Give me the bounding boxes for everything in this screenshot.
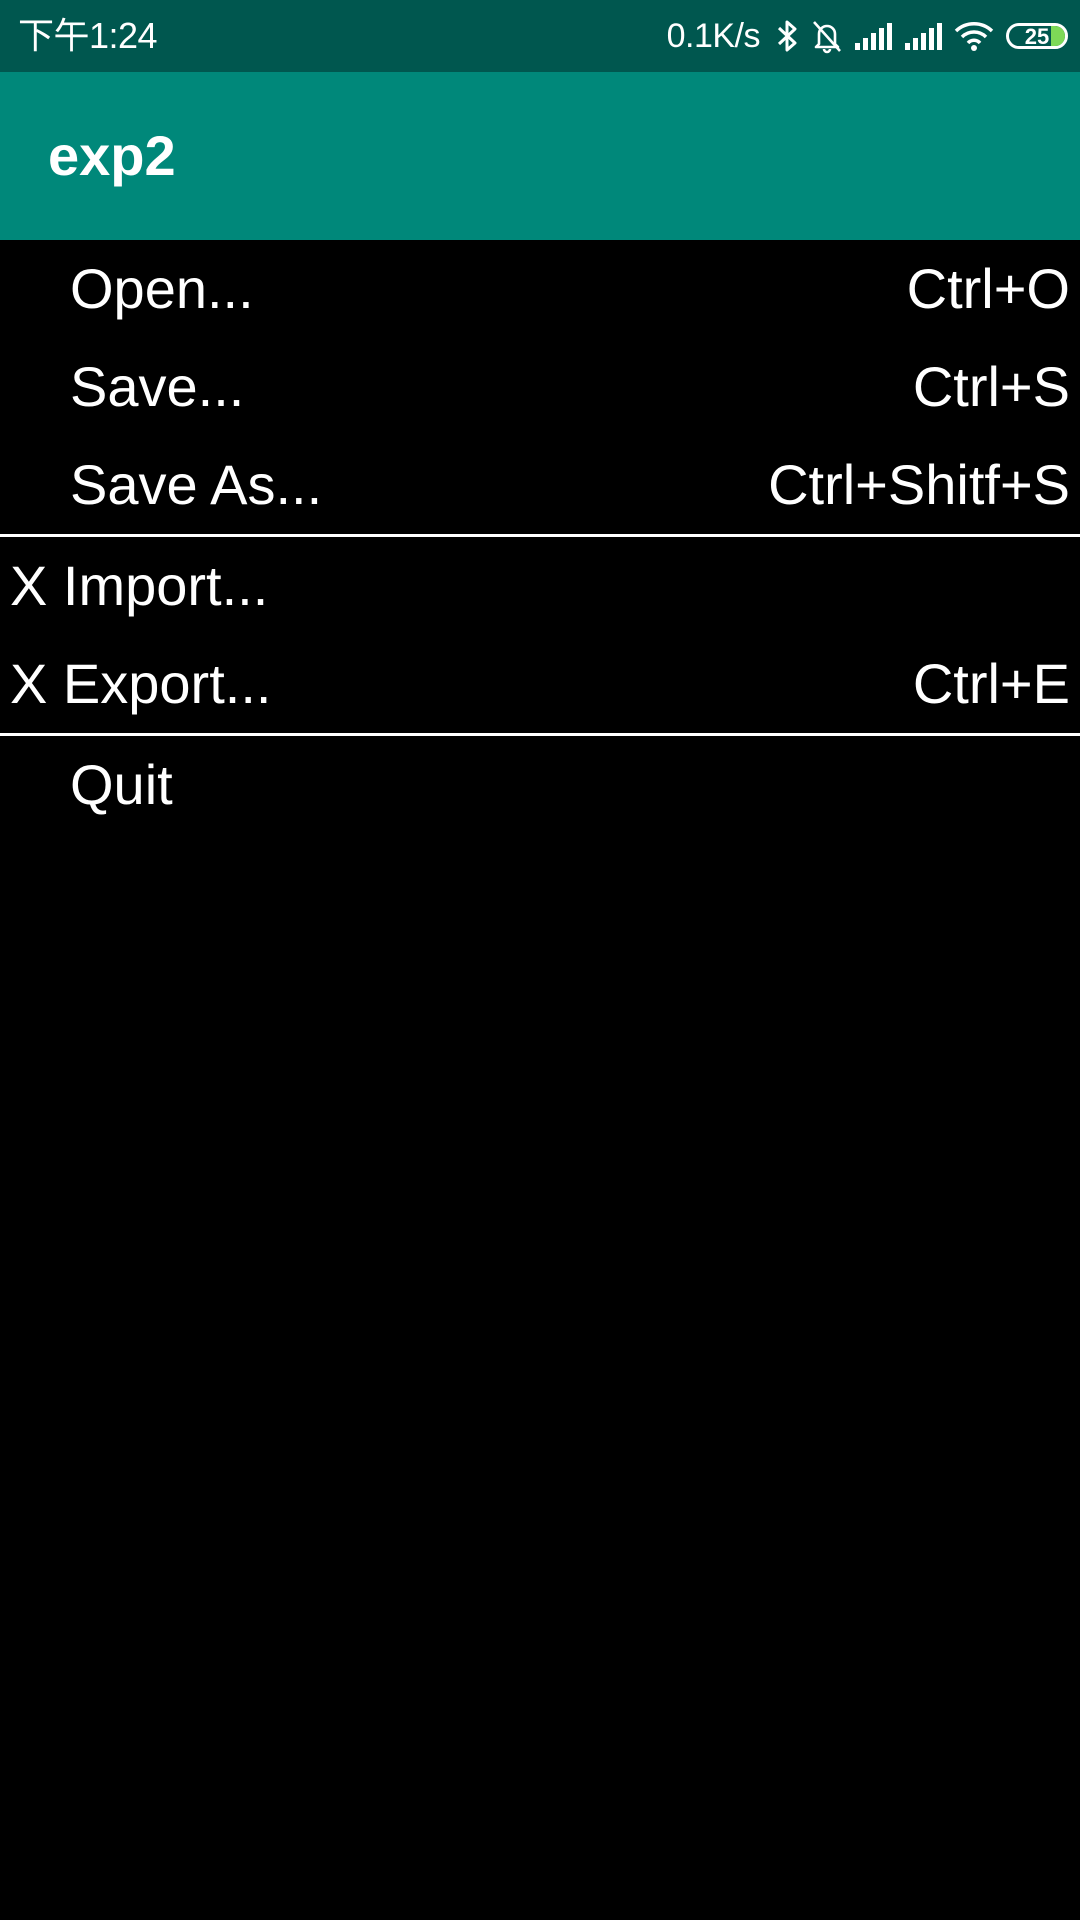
wifi-icon xyxy=(954,0,994,72)
menu-item-label: X Export... xyxy=(10,652,272,715)
menu-item-save[interactable]: Save... Ctrl+S xyxy=(0,338,1080,436)
battery-level: 25 xyxy=(1024,24,1050,49)
status-bar: 下午1:24 0.1K/s 25 xyxy=(0,0,1080,72)
menu-item-quit[interactable]: Quit xyxy=(0,736,1080,834)
menu-item-save-as[interactable]: Save As... Ctrl+Shitf+S xyxy=(0,436,1080,534)
menu-item-shortcut: Ctrl+Shitf+S xyxy=(768,453,1070,516)
menu-item-label: X Import... xyxy=(10,554,269,617)
network-speed: 0.1K/s xyxy=(666,16,761,55)
signal-icon xyxy=(904,0,944,72)
bluetooth-icon xyxy=(776,0,800,72)
mute-bell-icon xyxy=(810,0,844,72)
options-menu: Open... Ctrl+O Save... Ctrl+S Save As...… xyxy=(0,240,1080,834)
status-icons: 0.1K/s 25 xyxy=(667,0,1068,72)
signal-icon xyxy=(854,0,894,72)
menu-item-label: Save... xyxy=(70,355,245,418)
menu-item-shortcut: Ctrl+S xyxy=(912,355,1070,418)
menu-item-shortcut: Ctrl+E xyxy=(912,652,1070,715)
menu-item-shortcut: Ctrl+O xyxy=(906,257,1070,320)
status-time: 下午1:24 xyxy=(18,15,158,56)
menu-item-label: Open... xyxy=(70,257,254,320)
app-bar: exp2 xyxy=(0,72,1080,240)
menu-item-label: Quit xyxy=(70,753,173,816)
menu-item-import[interactable]: X Import... xyxy=(0,537,1080,635)
menu-item-label: Save As... xyxy=(70,453,323,516)
menu-item-open[interactable]: Open... Ctrl+O xyxy=(0,240,1080,338)
app-title: exp2 xyxy=(48,124,176,187)
menu-item-export[interactable]: X Export... Ctrl+E xyxy=(0,635,1080,733)
battery-icon: 25 xyxy=(1006,23,1068,49)
